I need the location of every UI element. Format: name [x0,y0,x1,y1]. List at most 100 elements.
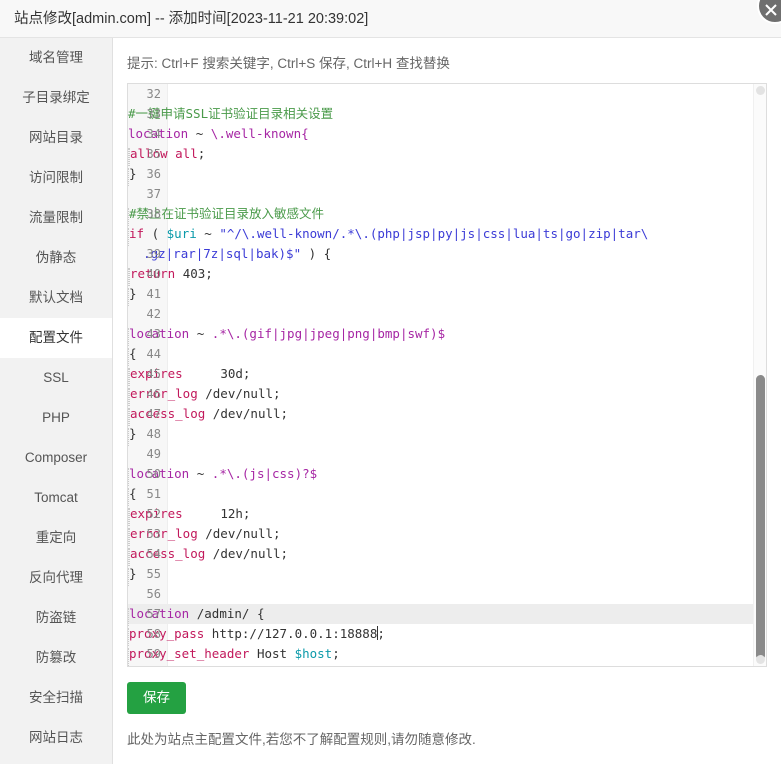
code-token: /admin/ { [189,606,264,621]
line-number: 48 [128,424,161,444]
code-line-body: } [128,284,766,304]
sidebar-item-13[interactable]: 重定向 [0,518,112,558]
sidebar-item-label: 防盗链 [36,610,77,625]
sidebar-item-label: 配置文件 [29,330,83,345]
config-warning-note: 此处为站点主配置文件,若您不了解配置规则,请勿随意修改. [127,728,476,748]
line-number: 59 [128,644,161,664]
line-number: 49 [128,444,161,464]
code-token: 12h; [183,506,251,521]
code-token: 403; [183,266,213,281]
sidebar-item-3[interactable]: 网站目录 [0,118,112,158]
code-token: /dev/null; [198,386,281,401]
code-token: ~ [189,466,212,481]
code-token: } [129,666,137,667]
close-icon[interactable] [757,0,781,24]
code-segment [128,444,766,464]
code-token: "^/\.well-known/.*\.(php|jsp|py|js|css|l… [219,226,648,241]
sidebar-item-11[interactable]: Composer [0,438,112,478]
sidebar-item-14[interactable]: 反向代理 [0,558,112,598]
sidebar-item-15[interactable]: 防盗链 [0,598,112,638]
code-line-body: location ~ .*\.(js|css)?$ [128,464,766,484]
sidebar-item-4[interactable]: 访问限制 [0,158,112,198]
code-token: \.well-known{ [211,126,309,141]
sidebar-item-8[interactable]: 配置文件 [0,318,112,358]
code-segment: } [128,284,766,304]
settings-sidebar[interactable]: 域名管理子目录绑定网站目录访问限制流量限制伪静态默认文档配置文件 SSL PHP Co… [0,38,113,764]
scrollbar-cap-top [756,86,765,95]
line-number: 60 [128,664,161,667]
line-number: 35 [128,144,161,164]
window-title: 站点修改[admin.com] -- 添加时间[2023-11-21 20:39… [14,0,368,38]
code-token: $host [295,646,333,661]
code-token: $uri [167,226,197,241]
line-number: 34 [128,124,161,144]
sidebar-item-7[interactable]: 默认文档 [0,278,112,318]
code-segment: allow all; [128,144,766,164]
code-line-body: { [128,344,766,364]
line-number: 32 [128,84,161,104]
code-segment: location ~ \.well-known{ [128,124,766,144]
line-number: 51 [128,484,161,504]
sidebar-item-label: 域名管理 [29,50,83,65]
code-segment: } [128,664,766,667]
code-token: Host [249,646,294,661]
line-number: 37 [128,184,161,204]
sidebar-item-label: 网站目录 [29,130,83,145]
code-segment: { [128,344,766,364]
code-segment: } [128,564,766,584]
sidebar-item-10[interactable]: PHP [0,398,112,438]
sidebar-item-16[interactable]: 防篡改 [0,638,112,678]
code-segment: if ( $uri ~ "^/\.well-known/.*\.(php|jsp… [128,224,766,244]
line-number: 38 [128,204,161,224]
window-titlebar: 站点修改[admin.com] -- 添加时间[2023-11-21 20:39… [0,0,781,38]
code-segment: error_log /dev/null; [128,524,766,544]
code-segment: location ~ .*\.(gif|jpg|jpeg|png|bmp|swf… [128,324,766,344]
code-line-body: access_log /dev/null; [128,404,766,424]
code-line-body: { [128,484,766,504]
code-line-body: error_log /dev/null; [128,384,766,404]
sidebar-item-label: 安全扫描 [29,690,83,705]
code-token: .*\.(js|css)?$ [212,466,317,481]
code-token: ; [332,646,340,661]
line-number: 41 [128,284,161,304]
line-number: 44 [128,344,161,364]
sidebar-item-label: 重定向 [36,530,77,545]
sidebar-item-17[interactable]: 安全扫描 [0,678,112,718]
code-segment: access_log /dev/null; [128,404,766,424]
line-number: 46 [128,384,161,404]
code-token: /dev/null; [205,406,288,421]
sidebar-item-5[interactable]: 流量限制 [0,198,112,238]
line-number: 36 [128,164,161,184]
code-line-body: location ~ .*\.(gif|jpg|jpeg|png|bmp|swf… [128,324,766,344]
sidebar-item-18[interactable]: 网站日志 [0,718,112,758]
code-segment: } [128,424,766,444]
line-number: 45 [128,364,161,384]
sidebar-item-1[interactable]: 域名管理 [0,38,112,78]
sidebar-item-6[interactable]: 伪静态 [0,238,112,278]
code-line-body: location ~ \.well-known{ [128,124,766,144]
save-button[interactable]: 保存 [127,682,186,714]
code-segment: expires 12h; [128,504,766,524]
sidebar-item-9[interactable]: SSL [0,358,112,398]
code-segment: #禁止在证书验证目录放入敏感文件 [128,204,766,224]
code-line-body: } [128,564,766,584]
sidebar-item-2[interactable]: 子目录绑定 [0,78,112,118]
code-lines[interactable]: 32#一键申请SSL证书验证目录相关设置33location ~ \.well-… [128,84,766,666]
line-number: 50 [128,464,161,484]
sidebar-item-12[interactable]: Tomcat [0,478,112,518]
code-token: if [129,226,144,241]
code-segment [128,304,766,324]
code-line-body: return 403; [128,264,766,284]
code-line-body: access_log /dev/null; [128,544,766,564]
code-line[interactable]: 32#一键申请SSL证书验证目录相关设置 [128,84,766,104]
line-number: 55 [128,564,161,584]
sidebar-item-label: PHP [42,410,70,425]
line-number: 57 [128,604,161,624]
code-segment: location /admin/ { [128,604,766,624]
line-number: 53 [128,524,161,544]
config-file-editor[interactable]: 32#一键申请SSL证书验证目录相关设置33location ~ \.well-… [127,83,767,667]
line-number: 40 [128,264,161,284]
code-token: ; [198,146,206,161]
sidebar-item-label: 流量限制 [29,210,83,225]
code-token: ~ [197,226,220,241]
